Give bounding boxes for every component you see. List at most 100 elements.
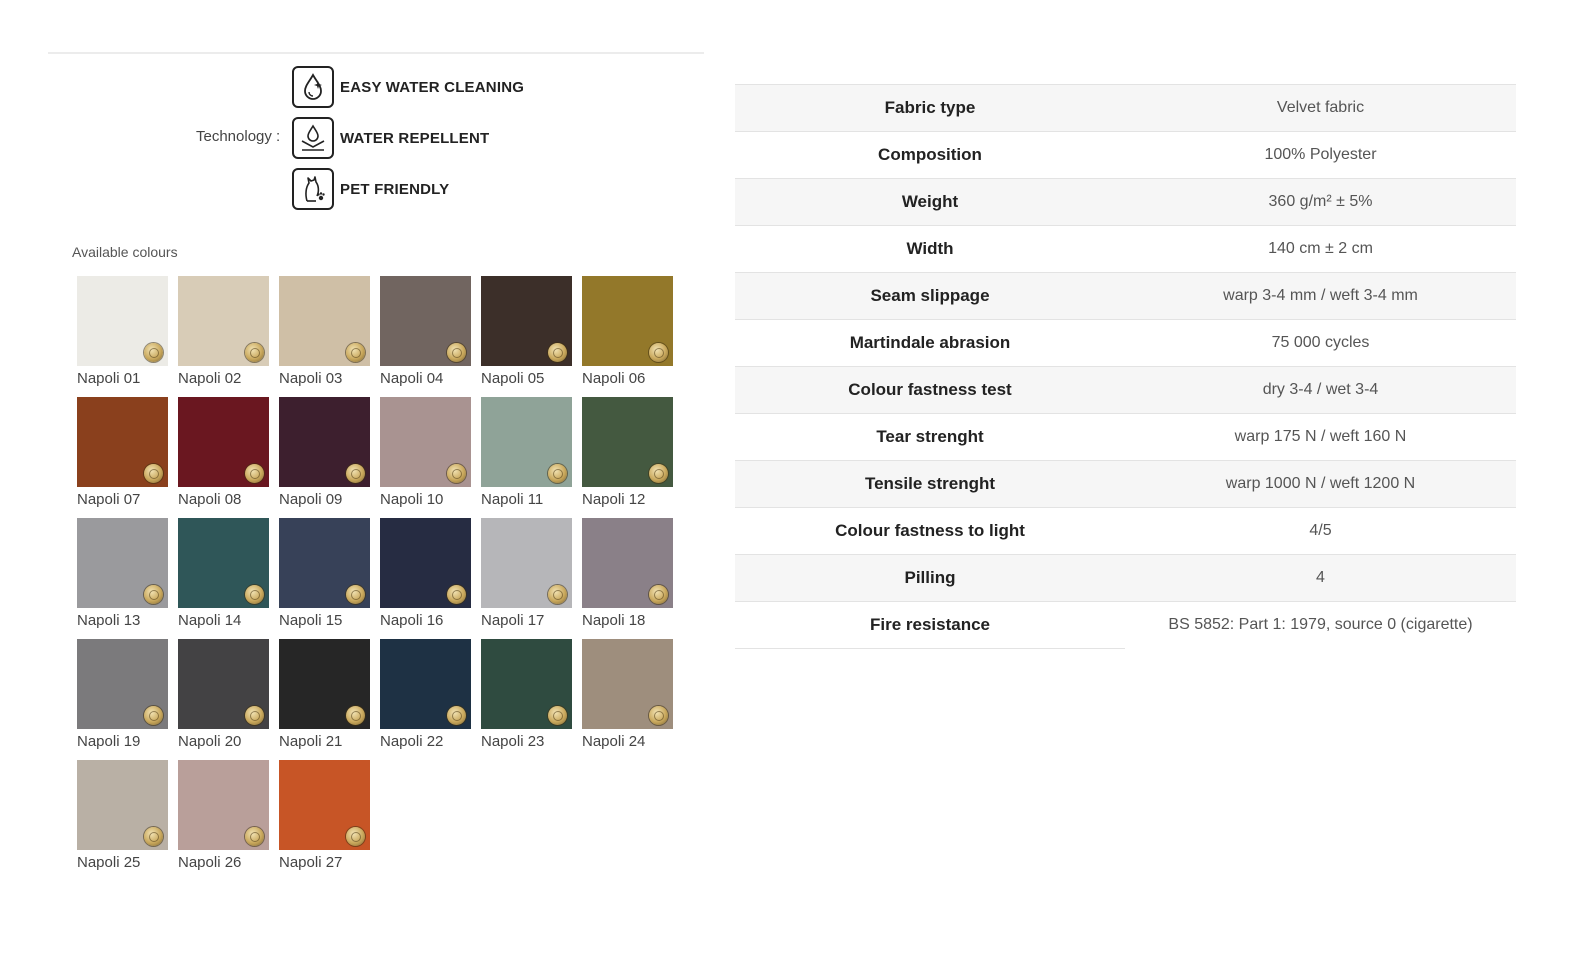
colour-chip[interactable] [77,397,168,487]
swatch-label: Napoli 26 [178,854,242,871]
colour-chip[interactable] [582,639,673,729]
gold-badge-icon [649,585,668,604]
colour-swatch[interactable]: Napoli 11 [481,397,572,510]
colour-chip[interactable] [178,518,269,608]
swatch-label: Napoli 05 [481,370,545,387]
colour-swatch[interactable]: Napoli 23 [481,639,572,752]
swatch-label: Napoli 10 [380,491,444,508]
colour-swatch[interactable]: Napoli 07 [77,397,168,510]
colour-chip[interactable] [178,397,269,487]
gold-badge-icon [144,827,163,846]
colour-chip[interactable] [279,639,370,729]
colour-chip[interactable] [481,639,572,729]
gold-badge-icon [346,827,365,846]
spec-value: 4/5 [1125,507,1516,555]
colour-swatch[interactable]: Napoli 03 [279,276,370,389]
colour-chip[interactable] [582,397,673,487]
swatch-label: Napoli 19 [77,733,141,750]
colour-swatch[interactable]: Napoli 17 [481,518,572,631]
gold-badge-icon [346,585,365,604]
fabric-spec-table: Fabric type Velvet fabric Composition 100% … [735,84,1516,649]
colour-chip[interactable] [279,760,370,850]
gold-badge-icon [144,706,163,725]
colour-chip[interactable] [380,639,471,729]
colour-chip[interactable] [279,276,370,366]
swatch-label: Napoli 06 [582,370,646,387]
colour-swatch[interactable]: Napoli 05 [481,276,572,389]
colour-swatch[interactable]: Napoli 27 [279,760,370,873]
swatch-label: Napoli 18 [582,612,646,629]
spec-key: Seam slippage [735,272,1125,320]
swatch-label: Napoli 01 [77,370,141,387]
swatch-label: Napoli 22 [380,733,444,750]
spec-row: Colour fastness test dry 3-4 / wet 3-4 [735,366,1516,414]
colour-swatch[interactable]: Napoli 15 [279,518,370,631]
colour-swatch[interactable]: Napoli 10 [380,397,471,510]
colour-swatch[interactable]: Napoli 21 [279,639,370,752]
gold-badge-icon [649,706,668,725]
spec-row: Composition 100% Polyester [735,131,1516,179]
spec-key: Tear strenght [735,413,1125,461]
water-repellent-icon [292,117,334,159]
colour-chip[interactable] [77,518,168,608]
spec-key: Colour fastness test [735,366,1125,414]
colour-chip[interactable] [77,760,168,850]
colour-swatch[interactable]: Napoli 08 [178,397,269,510]
colour-swatch[interactable]: Napoli 18 [582,518,673,631]
spec-key: Pilling [735,554,1125,602]
spec-key: Fire resistance [735,601,1125,649]
colour-swatch[interactable]: Napoli 25 [77,760,168,873]
colour-chip[interactable] [178,276,269,366]
spec-value: dry 3-4 / wet 3-4 [1125,366,1516,414]
colour-chip[interactable] [582,276,673,366]
spec-row: Pilling 4 [735,554,1516,602]
spec-value: 100% Polyester [1125,131,1516,179]
colour-chip[interactable] [279,397,370,487]
colour-chip[interactable] [77,276,168,366]
spec-key: Weight [735,178,1125,226]
colour-chip[interactable] [380,276,471,366]
tech-item-water-repellent: WATER REPELLENT [292,115,524,161]
colour-swatch[interactable]: Napoli 16 [380,518,471,631]
colour-chip[interactable] [481,397,572,487]
swatch-label: Napoli 14 [178,612,242,629]
tech-item-easy-water-cleaning: EASY WATER CLEANING [292,64,524,110]
colour-swatch[interactable]: Napoli 04 [380,276,471,389]
swatch-label: Napoli 08 [178,491,242,508]
colour-swatch[interactable]: Napoli 20 [178,639,269,752]
colour-chip[interactable] [77,639,168,729]
colour-swatch[interactable]: Napoli 02 [178,276,269,389]
colour-chip[interactable] [481,276,572,366]
colour-swatch[interactable]: Napoli 19 [77,639,168,752]
swatch-label: Napoli 02 [178,370,242,387]
colour-chip[interactable] [582,518,673,608]
colour-chip[interactable] [178,639,269,729]
colour-chip[interactable] [380,518,471,608]
tech-item-label: PET FRIENDLY [340,180,450,198]
spec-value: 4 [1125,554,1516,602]
colour-swatch[interactable]: Napoli 22 [380,639,471,752]
colour-chip[interactable] [178,760,269,850]
colour-swatch[interactable]: Napoli 09 [279,397,370,510]
spec-value: BS 5852: Part 1: 1979, source 0 (cigaret… [1125,601,1516,649]
colour-swatch[interactable]: Napoli 12 [582,397,673,510]
colour-swatch[interactable]: Napoli 01 [77,276,168,389]
colour-chip[interactable] [481,518,572,608]
colour-swatch[interactable]: Napoli 14 [178,518,269,631]
gold-badge-icon [548,585,567,604]
colour-chip[interactable] [279,518,370,608]
colour-chip[interactable] [380,397,471,487]
colour-swatch[interactable]: Napoli 24 [582,639,673,752]
colour-swatch[interactable]: Napoli 06 [582,276,673,389]
gold-badge-icon [447,464,466,483]
pet-friendly-icon [292,168,334,210]
gold-badge-icon [447,343,466,362]
tech-item-pet-friendly: PET FRIENDLY [292,166,524,212]
top-divider [48,52,704,54]
colour-swatch[interactable]: Napoli 26 [178,760,269,873]
swatch-label: Napoli 11 [481,491,544,508]
spec-key: Colour fastness to light [735,507,1125,555]
gold-badge-icon [245,464,264,483]
gold-badge-icon [548,343,567,362]
colour-swatch[interactable]: Napoli 13 [77,518,168,631]
